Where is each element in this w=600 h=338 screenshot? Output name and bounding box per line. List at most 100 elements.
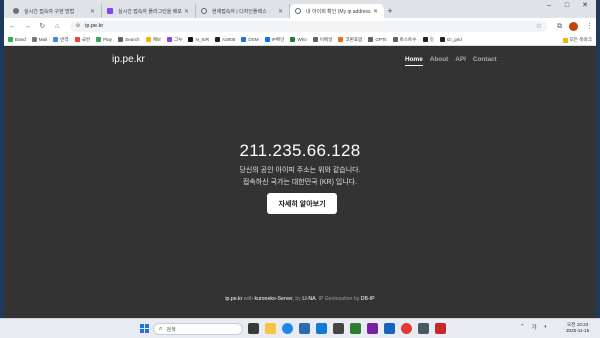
bookmark-item[interactable]: DSM [241, 37, 259, 42]
edge-browser-icon[interactable] [282, 323, 293, 334]
footer-author-link[interactable]: LI-NA [302, 296, 315, 302]
site-brand[interactable]: ip.pe.kr [112, 54, 145, 65]
browser-tab[interactable]: 현재접속자 | 디자인플렉스 ✕ [196, 4, 290, 18]
bookmark-item[interactable]: 깃 [422, 36, 434, 43]
chevron-up-icon[interactable]: ⌃ [520, 324, 525, 330]
close-icon[interactable]: ✕ [184, 8, 189, 15]
footer-site-link[interactable]: ip.pe.kr [225, 296, 242, 302]
reload-icon[interactable]: ↻ [36, 20, 49, 33]
bookmark-favicon-icon [31, 37, 37, 42]
system-clock[interactable]: 오전 10:23 2025-11-15 [566, 322, 589, 334]
bookmark-item[interactable]: 토스트수 [392, 37, 417, 43]
windows-start-icon[interactable] [140, 324, 149, 333]
bookmark-item[interactable]: A2008 [215, 37, 235, 42]
bookmark-item[interactable]: Search [118, 37, 140, 42]
bookmark-item[interactable]: 코판포럼 [338, 37, 362, 43]
close-window-icon[interactable]: ✕ [576, 0, 594, 12]
menu-icon[interactable]: ⋮ [583, 20, 596, 33]
filezilla-icon[interactable] [435, 323, 446, 334]
tab-title: 실시간 접속자 플러그인을 배포 [118, 8, 182, 15]
app-icon[interactable] [350, 323, 361, 334]
more-info-button[interactable]: 자세히 알아보기 [267, 193, 337, 214]
bookmark-item[interactable]: Band [8, 37, 26, 42]
address-bar[interactable]: ⚙ ip.pe.kr ☆ [69, 20, 547, 32]
bookmark-label: Play [103, 37, 113, 42]
file-explorer-icon[interactable] [265, 323, 276, 334]
footer-geo-link[interactable]: DB-IP [361, 296, 375, 302]
minimize-icon[interactable]: – [540, 0, 558, 12]
bookmark-item[interactable]: 매보 [145, 37, 161, 43]
bookmark-item[interactable]: 그누 [167, 37, 182, 43]
chrome-icon[interactable] [401, 323, 412, 334]
desktop-edge-right [596, 0, 600, 338]
browser-tab[interactable]: 실시간 접속자 플러그인을 배포 ✕ [102, 4, 196, 18]
bookmark-item[interactable]: IP확인 [264, 36, 285, 43]
purple-app-icon [107, 8, 113, 14]
nav-about[interactable]: About [430, 56, 448, 66]
nav-contact[interactable]: Contact [473, 56, 497, 66]
bookmark-label: Who [297, 37, 307, 42]
vscode-icon[interactable] [384, 323, 395, 334]
bookmark-item[interactable]: Mail [31, 37, 47, 42]
bookmark-favicon-icon [118, 37, 124, 42]
mail-icon[interactable] [316, 323, 327, 334]
footer-text: with [242, 296, 255, 302]
close-icon[interactable]: ✕ [373, 8, 378, 15]
bookmark-favicon-icon [145, 37, 151, 42]
country-description: 접속하신 국가는 대한민국 (KR) 입니다. [242, 179, 358, 186]
taskbar-search[interactable]: ⌕ 검색 [153, 323, 243, 335]
bookmark-label: N_SIR [195, 37, 210, 42]
app-icon[interactable] [418, 323, 429, 334]
footer-text: . IP Geolocation by [315, 296, 361, 302]
close-icon[interactable]: ✕ [278, 8, 283, 15]
ip-description: 당신의 공인 아이피 주소는 위와 같습니다. [239, 167, 361, 174]
bookmark-item[interactable]: 국번 [74, 37, 90, 43]
bookmark-label: GI_grid [446, 37, 462, 42]
avatar[interactable] [568, 21, 578, 31]
bookmark-item[interactable]: Who [290, 37, 307, 42]
settings-gear-icon[interactable] [333, 323, 344, 334]
back-arrow-icon[interactable]: ← [6, 20, 19, 33]
footer-text: , by [292, 296, 303, 302]
browser-tab-active[interactable]: 내 아이피 확인 (My ip address ✕ [290, 4, 384, 18]
bookmarks-folder-label: 모든 북마크 [569, 37, 592, 42]
bookmark-item[interactable]: 이메일 [312, 36, 333, 43]
bookmark-label: Search [125, 37, 140, 42]
bookmark-item[interactable]: Play [96, 37, 112, 42]
maximize-icon[interactable]: □ [558, 0, 576, 12]
bookmark-favicon-icon [290, 37, 296, 42]
bookmark-label: A2008 [222, 37, 236, 42]
browser-tab[interactable]: 실시간 접속자 구현 방법 ✕ [8, 4, 102, 18]
bookmarks-folder[interactable]: 모든 북마크 [558, 34, 592, 45]
bookmark-label: 깃 [429, 36, 434, 42]
app-icon[interactable] [367, 323, 378, 334]
address-text: ip.pe.kr [85, 23, 104, 29]
forward-arrow-icon[interactable]: → [21, 20, 34, 33]
nav-home[interactable]: Home [405, 56, 423, 66]
store-icon[interactable] [299, 323, 310, 334]
chrome-icon [13, 8, 19, 14]
site-info-icon[interactable]: ⚙ [76, 23, 80, 29]
bookmark-item[interactable]: GI_grid [439, 37, 462, 42]
system-tray: ⌃ 가 ◖ [520, 323, 554, 331]
volume-icon[interactable]: ◖ [544, 324, 547, 330]
bookmark-label: IP확인 [271, 36, 285, 42]
bookmark-favicon-icon [439, 37, 445, 42]
footer-server-link[interactable]: kuroneko-Server [254, 296, 292, 302]
home-icon[interactable]: ⌂ [51, 20, 64, 33]
language-indicator[interactable]: 가 [532, 323, 537, 331]
task-view-icon[interactable] [248, 323, 259, 334]
close-icon[interactable]: ✕ [90, 8, 95, 15]
nav-api[interactable]: API [455, 56, 466, 66]
bookmark-favicon-icon [312, 37, 318, 42]
globe-icon [295, 8, 301, 14]
bookmark-item[interactable]: 번역 [53, 37, 69, 43]
bookmark-label: 이메일 [319, 36, 333, 42]
bookmark-label: 그누 [174, 36, 183, 42]
globe-icon [201, 8, 207, 14]
extensions-icon[interactable]: ⧉ [553, 20, 566, 33]
bookmark-item[interactable]: GPTs [368, 37, 387, 42]
bookmark-item[interactable]: N_SIR [188, 37, 209, 42]
bookmark-star-icon[interactable]: ☆ [536, 22, 542, 30]
new-tab-button[interactable]: + [384, 4, 396, 18]
